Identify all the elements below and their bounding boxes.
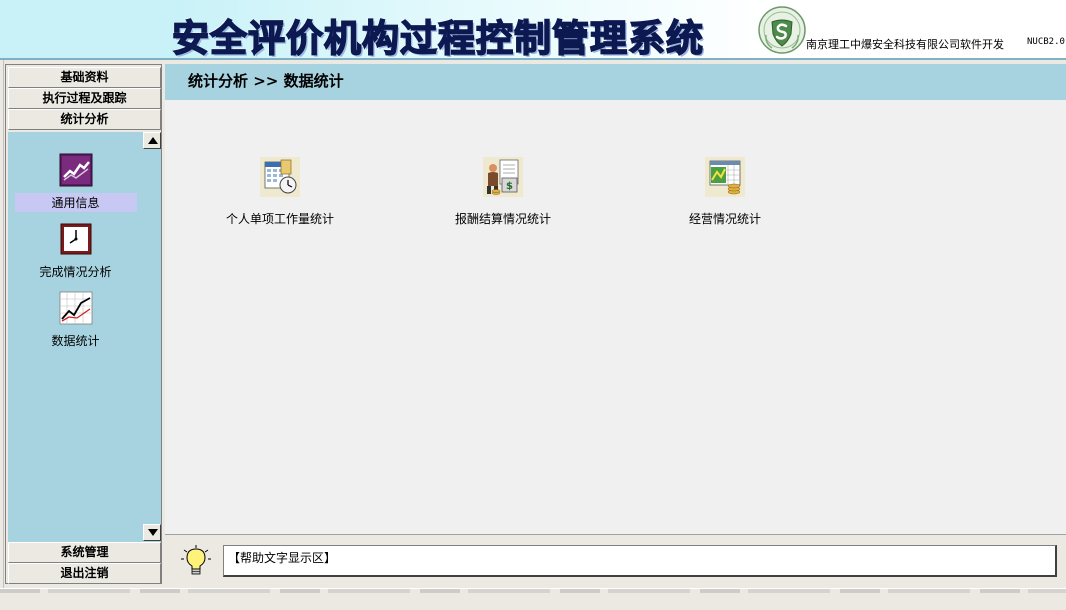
help-text: 【帮助文字显示区】 <box>228 551 337 565</box>
breadcrumb: 统计分析 >> 数据统计 <box>188 72 344 90</box>
money-document-icon: $ <box>483 157 523 197</box>
svg-text:$: $ <box>506 181 513 192</box>
status-strip <box>0 589 1066 593</box>
feature-label-personal-workload: 个人单项工作量统计 <box>225 212 334 226</box>
status-bar <box>0 588 1066 610</box>
version-label: NUCB2.0 <box>1027 37 1065 47</box>
help-area: 【帮助文字显示区】 <box>165 534 1066 584</box>
scroll-up-button[interactable] <box>143 132 161 149</box>
menu-logout[interactable]: 退出注销 <box>8 563 161 584</box>
app-title: 安全评价机构过程控制管理系统 <box>171 16 704 61</box>
help-text-box: 【帮助文字显示区】 <box>223 545 1057 577</box>
shield-logo-icon <box>758 6 806 54</box>
feature-operation-statistics[interactable]: 经营情况统计 <box>625 156 825 227</box>
company-name: 南京理工中爆安全科技有限公司软件开发 <box>806 38 1004 51</box>
header-background <box>0 0 168 58</box>
nav-item-data-statistics[interactable]: 数据统计 <box>8 291 143 350</box>
menu-basic-data[interactable]: 基础资料 <box>8 67 161 88</box>
nav-label-data-statistics: 数据统计 <box>51 334 100 348</box>
calendar-clock-icon <box>260 157 300 197</box>
statistics-menu-pane: 通用信息 完成情况分析 数据统计 <box>8 132 161 542</box>
menu-execution-tracking[interactable]: 执行过程及跟踪 <box>8 88 161 109</box>
app-window: 安全评价机构过程控制管理系统 南京理工中爆安全科技有限公司软件开发 NUCB2.… <box>0 0 1066 610</box>
lightbulb-icon <box>181 545 211 575</box>
nav-item-general-info[interactable]: 通用信息 <box>8 153 143 212</box>
nav-label-completion-analysis: 完成情况分析 <box>39 265 112 279</box>
feature-label-payment-settlement: 报酬结算情况统计 <box>454 212 551 226</box>
line-graph-icon <box>59 291 92 325</box>
scroll-down-button[interactable] <box>143 524 161 541</box>
menu-statistics[interactable]: 统计分析 <box>8 109 161 130</box>
content-area: 个人单项工作量统计 $ 报酬结算情况统计 经营情况统计 <box>165 100 1066 534</box>
feature-label-operation-statistics: 经营情况统计 <box>688 212 761 226</box>
breadcrumb-bar: 统计分析 >> 数据统计 <box>165 64 1066 100</box>
clock-icon <box>60 223 91 255</box>
trend-chart-icon <box>59 153 92 187</box>
arrow-down-icon <box>148 529 158 536</box>
left-menu: 基础资料 执行过程及跟踪 统计分析 通用信息 完成情况分析 数据统计 系统管理 … <box>5 64 162 584</box>
feature-personal-workload[interactable]: 个人单项工作量统计 <box>180 156 380 227</box>
nav-label-general-info: 通用信息 <box>14 193 137 212</box>
feature-payment-settlement[interactable]: $ 报酬结算情况统计 <box>403 156 603 227</box>
spreadsheet-coins-icon <box>705 157 745 197</box>
arrow-up-icon <box>148 137 158 144</box>
menu-system-management[interactable]: 系统管理 <box>8 542 161 563</box>
nav-item-completion-analysis[interactable]: 完成情况分析 <box>8 222 143 281</box>
window-edge <box>0 60 4 588</box>
app-header: 安全评价机构过程控制管理系统 南京理工中爆安全科技有限公司软件开发 NUCB2.… <box>0 0 1066 61</box>
